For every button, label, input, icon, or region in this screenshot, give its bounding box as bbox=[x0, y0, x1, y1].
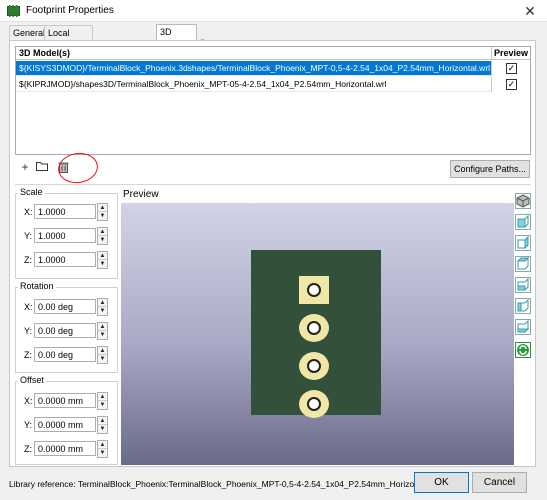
pcb-board bbox=[251, 250, 381, 418]
pad-square bbox=[299, 276, 329, 304]
ok-button[interactable]: OK bbox=[414, 472, 469, 493]
model-table: 3D Model(s) Preview ${KISYS3DMOD}/Termin… bbox=[15, 46, 531, 155]
view-bottom-icon[interactable] bbox=[515, 319, 531, 335]
offset-y-label: Y: bbox=[24, 420, 33, 430]
rotation-x-label: X: bbox=[24, 302, 33, 312]
scale-group-title: Scale bbox=[18, 187, 45, 197]
offset-x-spinner[interactable]: ▲ ▼ bbox=[97, 392, 108, 410]
offset-group-title: Offset bbox=[18, 375, 46, 385]
window-title: Footprint Properties bbox=[26, 5, 114, 16]
offset-y-input[interactable]: 0.0000 mm bbox=[34, 417, 96, 432]
pad-round bbox=[299, 314, 329, 342]
pad-round bbox=[299, 390, 329, 418]
scale-y-label: Y: bbox=[24, 231, 33, 241]
divider bbox=[15, 184, 531, 185]
table-row[interactable]: ${KIPRJMOD}/shapes3D/TerminalBlock_Phoen… bbox=[16, 77, 530, 92]
rotation-z-input[interactable]: 0.00 deg bbox=[34, 347, 96, 362]
rotation-z-spinner[interactable]: ▲ ▼ bbox=[97, 346, 108, 364]
view-top-icon[interactable] bbox=[515, 298, 531, 314]
view-right-icon[interactable] bbox=[515, 277, 531, 293]
title-bar: Footprint Properties ✕ bbox=[0, 0, 547, 22]
rotation-y-spinner[interactable]: ▲ ▼ bbox=[97, 322, 108, 340]
scale-y-input[interactable]: 1.0000 bbox=[34, 228, 96, 243]
scale-y-spinner[interactable]: ▲ ▼ bbox=[97, 227, 108, 245]
model-path[interactable]: ${KIPRJMOD}/shapes3D/TerminalBlock_Phoen… bbox=[19, 79, 387, 89]
model-path[interactable]: ${KISYS3DMOD}/TerminalBlock_Phoenix.3dsh… bbox=[19, 63, 490, 73]
offset-y-spinner[interactable]: ▲ ▼ bbox=[97, 416, 108, 434]
pad-round bbox=[299, 352, 329, 380]
view-3d-icon[interactable] bbox=[515, 193, 531, 209]
offset-x-input[interactable]: 0.0000 mm bbox=[34, 393, 96, 408]
rotation-z-label: Z: bbox=[24, 350, 32, 360]
preview-title: Preview bbox=[123, 189, 159, 200]
scale-x-label: X: bbox=[24, 207, 33, 217]
offset-z-label: Z: bbox=[24, 444, 32, 454]
library-reference: Library reference: TerminalBlock_Phoenix… bbox=[9, 479, 428, 489]
scale-x-input[interactable]: 1.0000 bbox=[34, 204, 96, 219]
scale-x-spinner[interactable]: ▲ ▼ bbox=[97, 203, 108, 221]
add-icon[interactable]: + bbox=[18, 161, 32, 175]
table-row[interactable]: ${KISYS3DMOD}/TerminalBlock_Phoenix.3dsh… bbox=[16, 61, 530, 76]
app-icon bbox=[7, 5, 20, 17]
close-icon[interactable]: ✕ bbox=[513, 0, 547, 22]
preview-viewport[interactable] bbox=[121, 203, 514, 465]
offset-z-input[interactable]: 0.0000 mm bbox=[34, 441, 96, 456]
rotation-x-spinner[interactable]: ▲ ▼ bbox=[97, 298, 108, 316]
rotation-y-input[interactable]: 0.00 deg bbox=[34, 323, 96, 338]
offset-z-spinner[interactable]: ▲ ▼ bbox=[97, 440, 108, 458]
table-header: 3D Model(s) Preview bbox=[16, 47, 530, 60]
column-header-preview: Preview bbox=[491, 47, 530, 60]
view-left-icon[interactable] bbox=[515, 256, 531, 272]
reload-icon[interactable] bbox=[515, 342, 531, 358]
configure-paths-button[interactable]: Configure Paths... bbox=[450, 160, 530, 178]
column-header-model: 3D Model(s) bbox=[19, 48, 71, 58]
preview-checkbox[interactable]: ✓ bbox=[506, 63, 517, 74]
view-back-icon[interactable] bbox=[515, 235, 531, 251]
preview-checkbox[interactable]: ✓ bbox=[506, 79, 517, 90]
delete-highlight-annotation bbox=[56, 150, 100, 186]
rotation-x-input[interactable]: 0.00 deg bbox=[34, 299, 96, 314]
scale-z-spinner[interactable]: ▲ ▼ bbox=[97, 251, 108, 269]
cancel-button[interactable]: Cancel bbox=[472, 472, 527, 493]
view-front-icon[interactable] bbox=[515, 214, 531, 230]
settings-panel: 3D Model(s) Preview ${KISYS3DMOD}/Termin… bbox=[9, 40, 536, 467]
rotation-group-title: Rotation bbox=[18, 281, 56, 291]
rotation-y-label: Y: bbox=[24, 326, 33, 336]
dialog-footer: Library reference: TerminalBlock_Phoenix… bbox=[0, 468, 547, 500]
tab-local-clearance[interactable]: Local Clearance and Settings bbox=[44, 25, 94, 80]
scale-z-input[interactable]: 1.0000 bbox=[34, 252, 96, 267]
folder-icon[interactable] bbox=[35, 161, 49, 175]
scale-z-label: Z: bbox=[24, 255, 32, 265]
offset-x-label: X: bbox=[24, 396, 33, 406]
